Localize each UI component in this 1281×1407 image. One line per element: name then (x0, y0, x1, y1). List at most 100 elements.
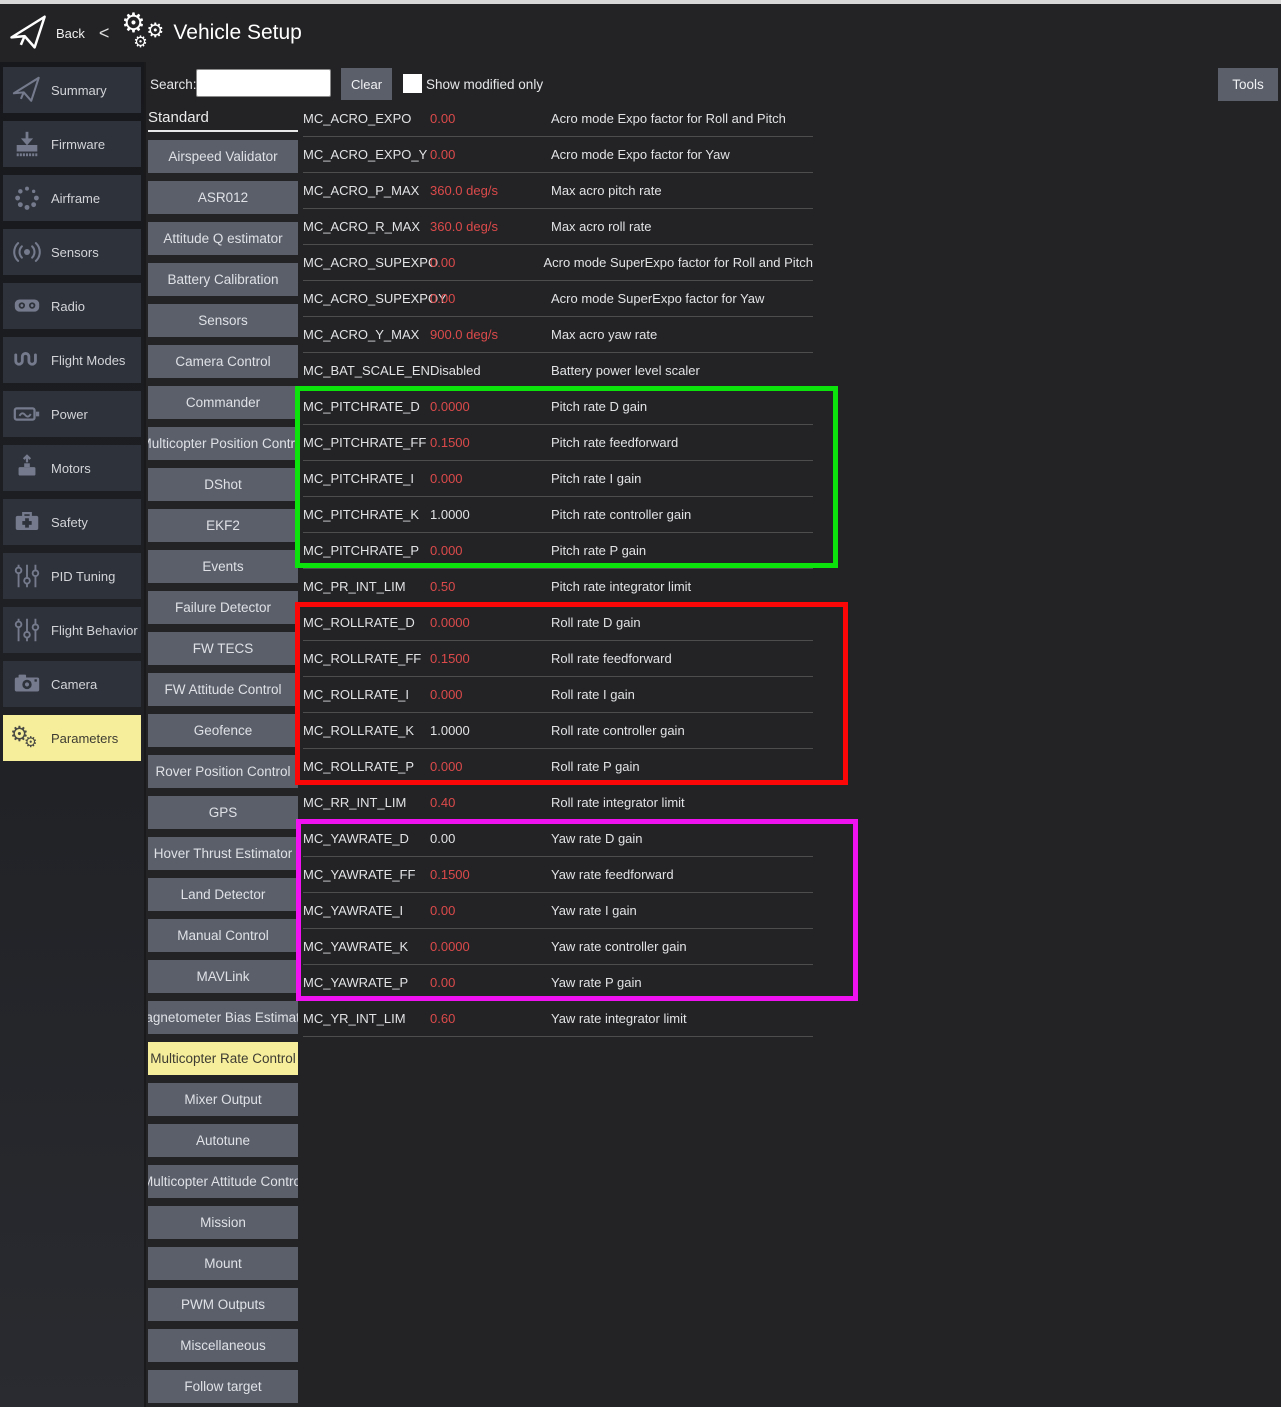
sidebar-item[interactable]: PID Tuning (3, 553, 141, 599)
param-row[interactable]: MC_ROLLRATE_P 0.000 Roll rate P gain (303, 749, 813, 785)
param-row[interactable]: MC_PITCHRATE_D 0.0000 Pitch rate D gain (303, 389, 813, 425)
sidebar-item[interactable]: Safety (3, 499, 141, 545)
sidebar-item[interactable]: Firmware (3, 121, 141, 167)
search-input[interactable] (196, 69, 331, 97)
param-row[interactable]: MC_PITCHRATE_P 0.000 Pitch rate P gain (303, 533, 813, 569)
setup-gears-icon: ⚙⚙⚙ (121, 8, 169, 58)
param-row[interactable]: MC_ROLLRATE_I 0.000 Roll rate I gain (303, 677, 813, 713)
param-value: 0.000 (430, 471, 551, 486)
param-row[interactable]: MC_ACRO_EXPO_Y 0.00 Acro mode Expo facto… (303, 137, 813, 173)
group-button[interactable]: Mixer Output (148, 1083, 298, 1116)
param-row[interactable]: MC_YAWRATE_K 0.0000 Yaw rate controller … (303, 929, 813, 965)
group-button[interactable]: Autotune (148, 1124, 298, 1157)
sidebar-item[interactable]: Flight Behavior (3, 607, 141, 653)
group-button[interactable]: Sensors (148, 304, 298, 337)
group-button-label: Sensors (198, 313, 248, 328)
show-modified-checkbox[interactable] (403, 74, 422, 93)
group-button[interactable]: Multicopter Attitude Control (148, 1165, 298, 1198)
group-button-label: EKF2 (206, 518, 240, 533)
battery-icon (3, 399, 51, 429)
parameter-groups-panel: Standard Airspeed Validator ASR012 Attit… (148, 106, 298, 1407)
group-button[interactable]: Land Detector (148, 878, 298, 911)
param-name: MC_ACRO_SUPEXPOY (303, 291, 430, 306)
param-value: 0.1500 (430, 435, 551, 450)
group-button-label: Land Detector (181, 887, 266, 902)
sidebar-item[interactable]: Flight Modes (3, 337, 141, 383)
group-button[interactable]: Battery Calibration (148, 263, 298, 296)
clear-button[interactable]: Clear (341, 68, 392, 100)
param-description: Max acro pitch rate (551, 183, 813, 198)
param-row[interactable]: MC_ACRO_Y_MAX 900.0 deg/s Max acro yaw r… (303, 317, 813, 353)
group-button[interactable]: Geofence (148, 714, 298, 747)
sidebar-item[interactable]: Radio (3, 283, 141, 329)
param-value: 0.00 (430, 147, 551, 162)
param-row[interactable]: MC_YAWRATE_I 0.00 Yaw rate I gain (303, 893, 813, 929)
sidebar-item[interactable]: Motors (3, 445, 141, 491)
group-button[interactable]: Mission (148, 1206, 298, 1239)
group-button-label: Camera Control (175, 354, 270, 369)
group-button[interactable]: EKF2 (148, 509, 298, 542)
group-button[interactable]: Multicopter Rate Control (148, 1042, 298, 1075)
group-button[interactable]: Follow target (148, 1370, 298, 1403)
group-button[interactable]: ASR012 (148, 181, 298, 214)
group-button[interactable]: Rover Position Control (148, 755, 298, 788)
group-button[interactable]: Multicopter Position Control (148, 427, 298, 460)
param-row[interactable]: MC_ACRO_SUPEXPOY 0.00 Acro mode SuperExp… (303, 281, 813, 317)
param-row[interactable]: MC_ROLLRATE_FF 0.1500 Roll rate feedforw… (303, 641, 813, 677)
flight-modes-wave-icon (3, 345, 51, 375)
param-description: Battery power level scaler (551, 363, 813, 378)
param-row[interactable]: MC_ACRO_P_MAX 360.0 deg/s Max acro pitch… (303, 173, 813, 209)
group-button[interactable]: Commander (148, 386, 298, 419)
group-button-label: Mount (204, 1256, 242, 1271)
param-row[interactable]: MC_YAWRATE_D 0.00 Yaw rate D gain (303, 821, 813, 857)
group-button[interactable]: Failure Detector (148, 591, 298, 624)
param-name: MC_YAWRATE_D (303, 831, 430, 846)
group-button[interactable]: Hover Thrust Estimator (148, 837, 298, 870)
group-button[interactable]: FW TECS (148, 632, 298, 665)
param-row[interactable]: MC_PR_INT_LIM 0.50 Pitch rate integrator… (303, 569, 813, 605)
group-button[interactable]: FW Attitude Control (148, 673, 298, 706)
param-row[interactable]: MC_PITCHRATE_K 1.0000 Pitch rate control… (303, 497, 813, 533)
back-button[interactable]: Back (56, 26, 85, 41)
param-name: MC_ROLLRATE_K (303, 723, 430, 738)
group-button[interactable]: Attitude Q estimator (148, 222, 298, 255)
group-button[interactable]: Magnetometer Bias Estimator (148, 1001, 298, 1034)
group-button[interactable]: MAVLink (148, 960, 298, 993)
group-button[interactable]: Events (148, 550, 298, 583)
sidebar-item[interactable]: ⚙⚙ Parameters (3, 715, 141, 761)
group-button-label: Magnetometer Bias Estimator (148, 1010, 298, 1025)
param-name: MC_PITCHRATE_K (303, 507, 430, 522)
group-button[interactable]: Airspeed Validator (148, 140, 298, 173)
group-button[interactable]: GPS (148, 796, 298, 829)
param-row[interactable]: MC_ROLLRATE_D 0.0000 Roll rate D gain (303, 605, 813, 641)
param-row[interactable]: MC_YAWRATE_P 0.00 Yaw rate P gain (303, 965, 813, 1001)
param-row[interactable]: MC_ACRO_SUPEXPO 0.00 Acro mode SuperExpo… (303, 245, 813, 281)
param-row[interactable]: MC_YR_INT_LIM 0.60 Yaw rate integrator l… (303, 1001, 813, 1037)
param-row[interactable]: MC_ACRO_EXPO 0.00 Acro mode Expo factor … (303, 101, 813, 137)
param-row[interactable]: MC_PITCHRATE_FF 0.1500 Pitch rate feedfo… (303, 425, 813, 461)
param-row[interactable]: MC_YAWRATE_FF 0.1500 Yaw rate feedforwar… (303, 857, 813, 893)
group-button[interactable]: Camera Control (148, 345, 298, 378)
param-description: Yaw rate D gain (551, 831, 813, 846)
sidebar-item[interactable]: Airframe (3, 175, 141, 221)
sidebar-item[interactable]: Sensors (3, 229, 141, 275)
sidebar-item[interactable]: Camera (3, 661, 141, 707)
param-value: Disabled (430, 363, 551, 378)
sidebar-item[interactable]: Summary (3, 67, 141, 113)
param-row[interactable]: MC_ACRO_R_MAX 360.0 deg/s Max acro roll … (303, 209, 813, 245)
group-button[interactable]: Mount (148, 1247, 298, 1280)
param-row[interactable]: MC_RR_INT_LIM 0.40 Roll rate integrator … (303, 785, 813, 821)
tools-button[interactable]: Tools (1218, 68, 1278, 101)
group-button[interactable]: DShot (148, 468, 298, 501)
param-row[interactable]: MC_BAT_SCALE_EN Disabled Battery power l… (303, 353, 813, 389)
sidebar-item[interactable]: Power (3, 391, 141, 437)
group-button[interactable]: Miscellaneous (148, 1329, 298, 1362)
sidebar-item-label: Power (51, 407, 88, 422)
param-row[interactable]: MC_ROLLRATE_K 1.0000 Roll rate controlle… (303, 713, 813, 749)
param-name: MC_PITCHRATE_P (303, 543, 430, 558)
show-modified-label: Show modified only (426, 77, 543, 92)
group-button[interactable]: PWM Outputs (148, 1288, 298, 1321)
group-category-header: Standard (148, 106, 298, 130)
param-row[interactable]: MC_PITCHRATE_I 0.000 Pitch rate I gain (303, 461, 813, 497)
group-button[interactable]: Manual Control (148, 919, 298, 952)
